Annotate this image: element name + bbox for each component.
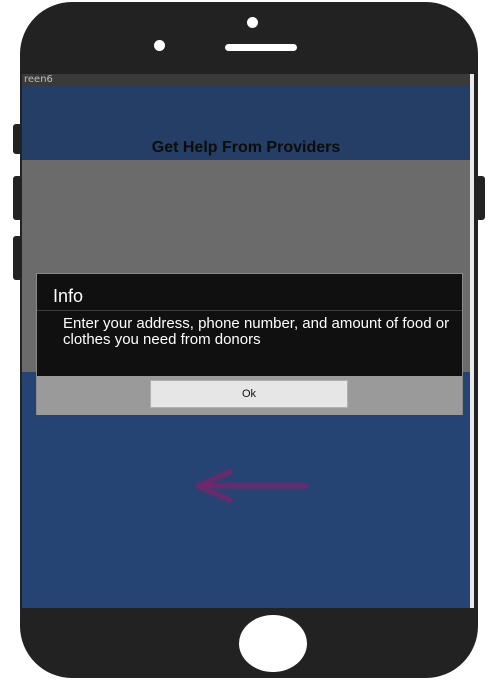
page-title: Get Help From Providers — [151, 139, 341, 156]
screen-edge — [470, 74, 474, 608]
info-dialog: Info Enter your address, phone number, a… — [36, 273, 463, 415]
dialog-message: Enter your address, phone number, and am… — [63, 315, 450, 348]
ok-button[interactable]: Ok — [150, 380, 348, 408]
home-button[interactable] — [239, 615, 307, 672]
sensor-dot-icon — [154, 40, 165, 51]
dialog-footer: Ok — [37, 376, 462, 415]
front-camera-icon — [247, 17, 258, 28]
earpiece-speaker — [225, 44, 297, 51]
screen-name-label: reen6 — [22, 74, 470, 86]
left-arrow-icon[interactable] — [190, 466, 312, 506]
dialog-divider — [37, 310, 462, 311]
dialog-title: Info — [53, 286, 84, 306]
stage: reen6 Get Help From Providers Info Enter… — [0, 0, 495, 682]
